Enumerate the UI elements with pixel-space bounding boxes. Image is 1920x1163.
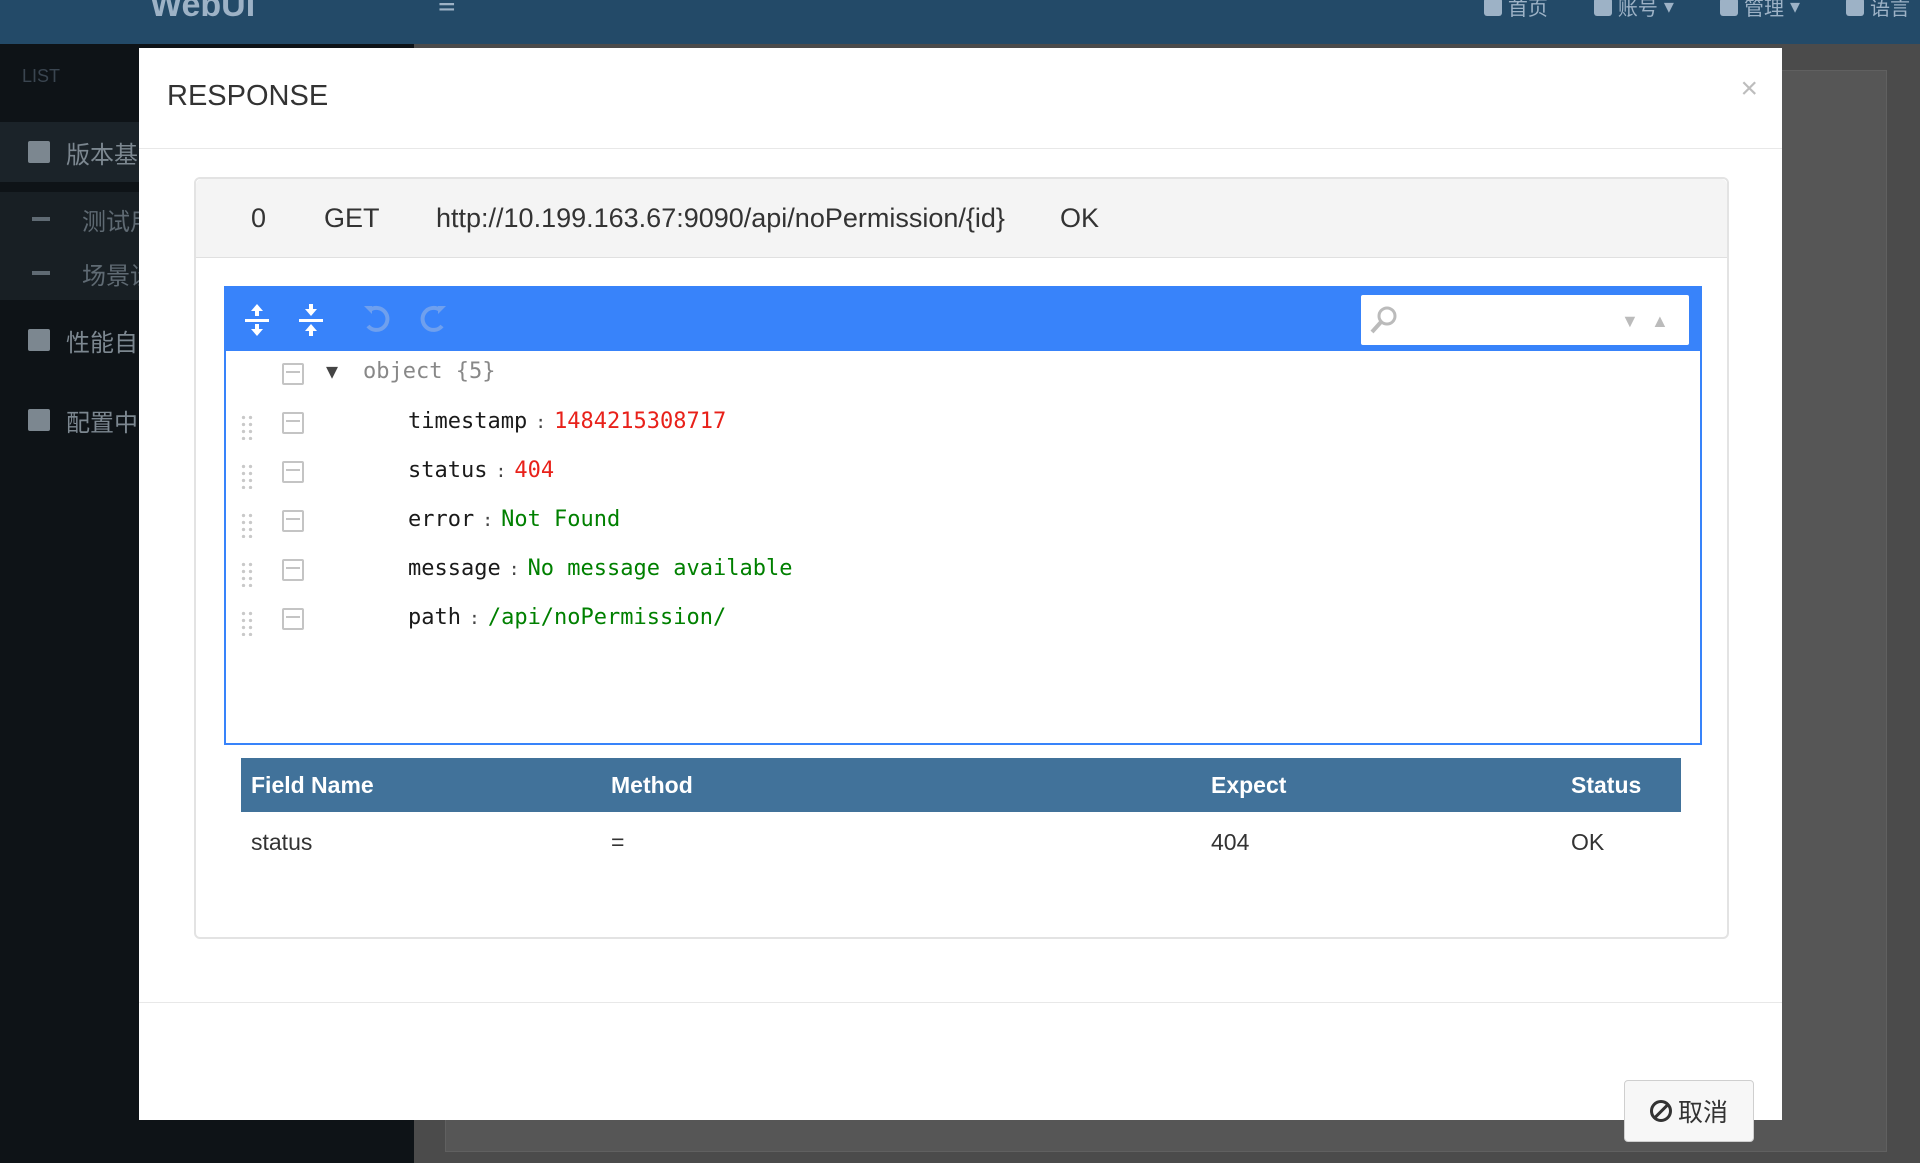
response-modal: RESPONSE × 0 GET http://10.199.163.67:90… bbox=[139, 48, 1782, 1142]
json-field-value[interactable]: Not Found bbox=[501, 507, 620, 532]
hourglass-icon bbox=[28, 329, 50, 351]
assertion-table-header: Field Name Method Expect Status bbox=[241, 758, 1681, 812]
sidebar-item-label: 性能自 bbox=[66, 329, 138, 357]
context-menu-icon[interactable] bbox=[282, 461, 304, 483]
json-field-key[interactable]: timestamp bbox=[408, 409, 527, 434]
nav-account-label: 账号 bbox=[1617, 0, 1658, 20]
json-field-separator: : bbox=[508, 559, 520, 580]
json-root-label: object {5} bbox=[363, 359, 496, 384]
request-index: 0 bbox=[251, 203, 267, 233]
json-field-key[interactable]: error bbox=[408, 507, 474, 532]
search-previous-icon[interactable]: ▲ bbox=[1651, 311, 1669, 332]
context-menu-icon[interactable] bbox=[282, 363, 304, 385]
table-row: status = 404 OK bbox=[241, 812, 1681, 872]
drag-handle-icon[interactable] bbox=[240, 463, 254, 489]
json-field-separator: : bbox=[468, 608, 480, 629]
context-menu-icon[interactable] bbox=[282, 608, 304, 630]
json-editor-toolbar: ▼ ▲ bbox=[226, 288, 1700, 351]
modal-header: RESPONSE × bbox=[139, 48, 1782, 149]
cell-expect: 404 bbox=[1211, 828, 1250, 855]
cell-field-name: status bbox=[251, 828, 313, 855]
redo-icon[interactable] bbox=[416, 302, 450, 336]
json-field-row: message: No message available bbox=[226, 547, 1700, 596]
column-header-method: Method bbox=[601, 758, 1201, 812]
undo-icon[interactable] bbox=[360, 302, 394, 336]
json-field-row: error: Not Found bbox=[226, 498, 1700, 547]
search-icon bbox=[1370, 306, 1397, 334]
json-field-key[interactable]: path bbox=[408, 605, 461, 630]
search-next-icon[interactable]: ▼ bbox=[1621, 311, 1639, 332]
language-icon bbox=[1846, 0, 1864, 16]
request-result: OK bbox=[1060, 203, 1100, 233]
expand-all-icon[interactable] bbox=[240, 302, 274, 336]
drag-handle-icon[interactable] bbox=[240, 561, 254, 587]
nav-language-label: 语言 bbox=[1870, 0, 1910, 20]
grid-icon bbox=[28, 409, 50, 431]
top-navbar: WebUI ≡ 首页 账号 ▾ 管理 ▾ 语言 bbox=[0, 0, 1920, 44]
json-field-row: timestamp:1484215308717 bbox=[226, 400, 1700, 449]
json-field-value[interactable]: No message available bbox=[528, 556, 793, 581]
user-icon bbox=[1593, 0, 1612, 16]
nav-account[interactable]: 账号 ▾ bbox=[1593, 0, 1674, 21]
context-menu-icon[interactable] bbox=[282, 559, 304, 581]
app-logo[interactable]: WebUI bbox=[150, 0, 255, 25]
drag-handle-icon[interactable] bbox=[240, 610, 254, 636]
context-menu-icon[interactable] bbox=[282, 412, 304, 434]
nav-home[interactable]: 首页 bbox=[1483, 0, 1548, 21]
json-field-row: path: /api/noPermission/ bbox=[226, 596, 1700, 645]
json-field-key[interactable]: status bbox=[408, 458, 487, 483]
cell-method: = bbox=[611, 828, 625, 855]
dash-icon bbox=[32, 217, 50, 221]
collapse-toggle-icon[interactable]: ▼ bbox=[326, 359, 338, 383]
column-header-field-name: Field Name bbox=[241, 758, 601, 812]
nav-home-label: 首页 bbox=[1507, 0, 1548, 20]
column-header-status: Status bbox=[1561, 758, 1681, 812]
dash-icon bbox=[32, 271, 50, 275]
json-field-value[interactable]: 1484215308717 bbox=[554, 409, 726, 434]
cancel-button-label: 取消 bbox=[1677, 1099, 1728, 1127]
json-field-row: status:404 bbox=[226, 449, 1700, 498]
json-search-input[interactable] bbox=[1405, 303, 1609, 337]
cancel-button[interactable]: 取消 bbox=[1624, 1080, 1754, 1142]
nav-admin[interactable]: 管理 ▾ bbox=[1719, 0, 1800, 21]
top-nav-menu: 首页 账号 ▾ 管理 ▾ 语言 bbox=[1483, 0, 1910, 21]
json-root-row: ▼ object {5} bbox=[226, 351, 1700, 400]
json-search-box: ▼ ▲ bbox=[1361, 295, 1689, 345]
assertion-table: Field Name Method Expect Status status =… bbox=[241, 758, 1681, 872]
sidebar-item-label: 版本基 bbox=[66, 141, 138, 169]
nav-language[interactable]: 语言 bbox=[1846, 0, 1910, 21]
json-field-value[interactable]: 404 bbox=[514, 458, 554, 483]
json-editor: ▼ ▲ ▼ object {5} timestamp:1484215308717 bbox=[224, 286, 1702, 745]
modal-title: RESPONSE bbox=[167, 80, 329, 112]
request-method: GET bbox=[324, 203, 380, 233]
response-panel: 0 GET http://10.199.163.67:9090/api/noPe… bbox=[194, 177, 1729, 939]
home-icon bbox=[1483, 0, 1502, 16]
json-field-separator: : bbox=[482, 510, 494, 531]
sidebar-header: LIST bbox=[22, 66, 61, 86]
collapse-all-icon[interactable] bbox=[294, 302, 328, 336]
modal-footer: 取消 bbox=[139, 1002, 1782, 1142]
request-summary: 0 GET http://10.199.163.67:9090/api/noPe… bbox=[196, 179, 1727, 258]
json-field-separator: : bbox=[495, 461, 507, 482]
context-menu-icon[interactable] bbox=[282, 510, 304, 532]
drag-handle-icon[interactable] bbox=[240, 414, 254, 440]
admin-icon bbox=[1719, 0, 1738, 16]
json-field-key[interactable]: message bbox=[408, 556, 501, 581]
ban-icon bbox=[1649, 1100, 1672, 1122]
request-url: http://10.199.163.67:9090/api/noPermissi… bbox=[436, 203, 1005, 233]
json-field-separator: : bbox=[535, 412, 547, 433]
nav-admin-label: 管理 bbox=[1743, 0, 1784, 20]
sidebar-item-label: 配置中 bbox=[66, 409, 138, 437]
json-field-value[interactable]: /api/noPermission/ bbox=[488, 605, 726, 630]
flask-icon bbox=[28, 141, 50, 163]
menu-toggle-icon[interactable]: ≡ bbox=[438, 0, 456, 22]
drag-handle-icon[interactable] bbox=[240, 512, 254, 538]
column-header-expect: Expect bbox=[1201, 758, 1561, 812]
close-icon[interactable]: × bbox=[1740, 74, 1758, 104]
cell-status: OK bbox=[1571, 828, 1605, 855]
